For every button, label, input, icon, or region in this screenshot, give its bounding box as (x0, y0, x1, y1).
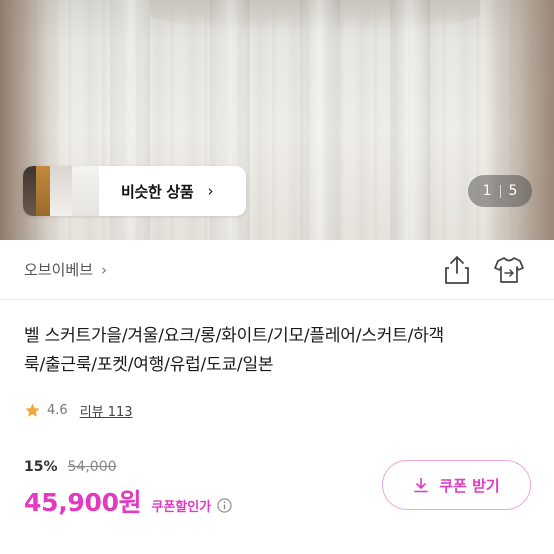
similar-thumbnail (50, 166, 72, 216)
tshirt-icon[interactable] (493, 255, 525, 285)
price-row: 45,900원 쿠폰할인가 (24, 483, 232, 519)
coupon-button-label: 쿠폰 받기 (439, 476, 500, 495)
product-title-line: 벨 스커트가을/겨울/요크/롱/화이트/기모/플레어/스커트/하객 (24, 326, 444, 346)
original-price: 54,000 (67, 459, 117, 475)
skirt-fold (390, 0, 430, 240)
seller-link[interactable]: 오브이베브 › (24, 259, 107, 280)
discount-row: 15% 54,000 (24, 459, 117, 475)
seller-name: 오브이베브 (24, 261, 94, 279)
skirt-fold (300, 0, 340, 240)
image-counter-total: 5 (508, 183, 518, 199)
review-link[interactable]: 리뷰 113 (80, 401, 133, 420)
coupon-download-button[interactable]: 쿠폰 받기 (382, 460, 531, 510)
download-icon (414, 477, 429, 493)
similar-thumbnails (23, 166, 99, 216)
discount-rate: 15% (24, 459, 58, 475)
similar-thumbnail (72, 166, 99, 216)
image-counter-current: 1 (482, 183, 492, 199)
product-title: 벨 스커트가을/겨울/요크/롱/화이트/기모/플레어/스커트/하객 룩/출근룩/… (24, 322, 544, 380)
coupon-price-label: 쿠폰할인가 (151, 500, 212, 515)
rating-row: 4.6 리뷰 113 (24, 401, 133, 420)
rating-score: 4.6 (47, 403, 68, 418)
share-icon[interactable] (444, 255, 470, 285)
similar-thumbnail (23, 166, 36, 216)
info-icon[interactable] (217, 498, 232, 513)
final-price: 45,900원 (24, 488, 142, 517)
product-title-line: 룩/출근룩/포켓/여행/유럽/도쿄/일본 (24, 355, 274, 375)
counter-divider (499, 184, 501, 198)
star-icon (25, 403, 40, 417)
similar-thumbnail (36, 166, 50, 216)
seller-row: 오브이베브 › (0, 240, 554, 300)
similar-products-button[interactable]: 비슷한 상품 › (23, 166, 246, 216)
image-counter: 1 5 (468, 175, 532, 207)
chevron-right-icon: › (101, 260, 108, 279)
similar-products-label: 비슷한 상품 (121, 182, 194, 201)
chevron-right-icon: › (207, 182, 214, 200)
